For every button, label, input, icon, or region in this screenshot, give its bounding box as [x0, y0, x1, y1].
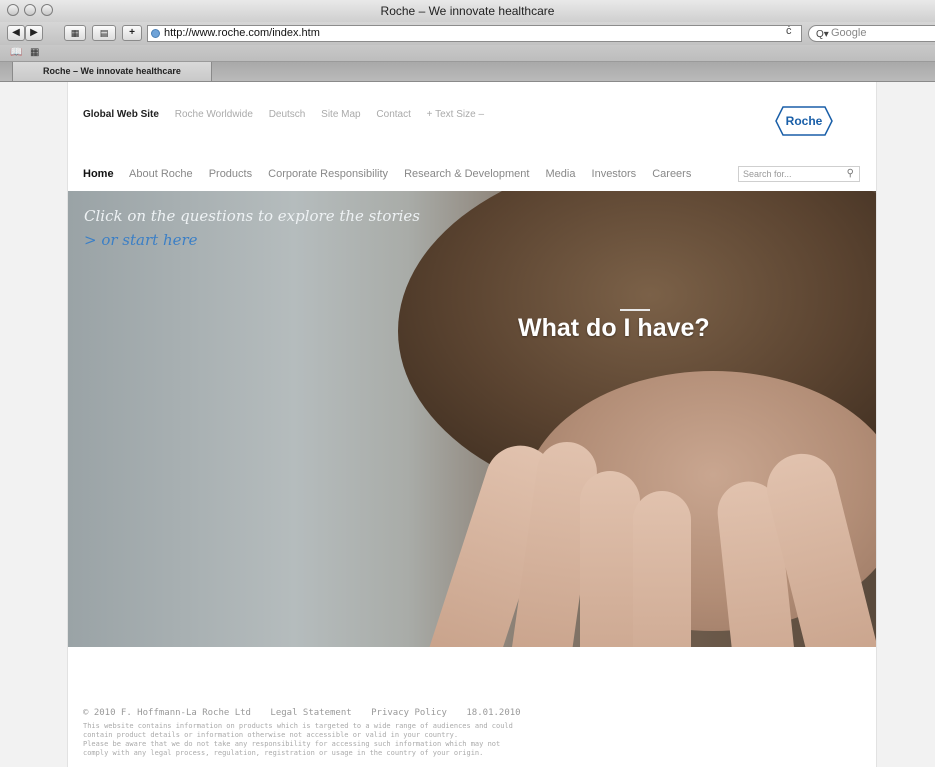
reload-button[interactable]: ċ	[786, 25, 792, 37]
footer-date: 18.01.2010	[466, 708, 521, 718]
tab-bar: Roche – We innovate healthcare	[0, 62, 935, 82]
nav-research-development[interactable]: Research & Development	[404, 168, 529, 180]
search-icon[interactable]: ⚲	[847, 167, 854, 181]
disclaimer-line: contain product details or information o…	[83, 731, 459, 739]
util-contact[interactable]: Contact	[376, 109, 410, 120]
globe-icon	[151, 29, 160, 38]
bookmarks-bar: 📖 ▦	[0, 45, 935, 62]
bookmark-icon: ▤	[99, 28, 109, 38]
util-deutsch[interactable]: Deutsch	[269, 109, 306, 120]
footer-disclaimer: This website contains information on pro…	[83, 722, 535, 758]
browser-viewport: Global Web Site Roche Worldwide Deutsch …	[0, 82, 935, 767]
utility-nav: Global Web Site Roche Worldwide Deutsch …	[83, 109, 497, 120]
search-icon: Q▾	[816, 29, 829, 40]
footer-copyright: © 2010 F. Hoffmann-La Roche Ltd	[83, 708, 251, 718]
grid-icon: ▦	[70, 28, 80, 38]
window-title: Roche – We innovate healthcare	[380, 4, 555, 18]
browser-search-field[interactable]: Q▾ Google	[808, 25, 935, 42]
nav-products[interactable]: Products	[209, 168, 252, 180]
plus-icon: +	[129, 27, 135, 38]
logo-text: Roche	[785, 114, 823, 128]
nav-about-roche[interactable]: About Roche	[129, 168, 193, 180]
forward-icon: ▶	[30, 27, 38, 38]
footer-legal-link[interactable]: Legal Statement	[270, 708, 351, 718]
book-icon[interactable]: 📖	[10, 47, 22, 58]
back-button[interactable]: ◀	[7, 25, 25, 41]
util-site-map[interactable]: Site Map	[321, 109, 360, 120]
start-here-link[interactable]: > or start here	[84, 231, 198, 249]
nav-corporate-responsibility[interactable]: Corporate Responsibility	[268, 168, 388, 180]
hero-kicker-line	[620, 309, 650, 311]
browser-search-placeholder: Google	[831, 27, 867, 39]
util-global-web-site[interactable]: Global Web Site	[83, 109, 159, 120]
hero-tagline: Click on the questions to explore the st…	[84, 207, 420, 225]
footer: © 2010 F. Hoffmann-La Roche Ltd Legal St…	[83, 708, 535, 758]
hero-photo-finger	[580, 471, 640, 647]
nav-careers[interactable]: Careers	[652, 168, 691, 180]
window-titlebar: Roche – We innovate healthcare	[0, 0, 935, 23]
disclaimer-line: comply with any legal process, regulatio…	[83, 749, 484, 757]
disclaimer-line: This website contains information on pro…	[83, 722, 513, 730]
hero-image[interactable]: Click on the questions to explore the st…	[68, 191, 876, 647]
forward-button[interactable]: ▶	[25, 25, 43, 41]
roche-page: Global Web Site Roche Worldwide Deutsch …	[67, 82, 877, 767]
address-bar[interactable]: http://www.roche.com/index.htm	[147, 25, 802, 42]
nav-investors[interactable]: Investors	[592, 168, 637, 180]
util-text-size[interactable]: + Text Size –	[427, 109, 484, 120]
disclaimer-line: Please be aware that we do not take any …	[83, 740, 501, 748]
main-nav: Home About Roche Products Corporate Resp…	[83, 168, 704, 180]
nav-home[interactable]: Home	[83, 168, 114, 180]
address-bar-url: http://www.roche.com/index.htm	[164, 27, 320, 39]
back-icon: ◀	[12, 27, 20, 38]
nav-media[interactable]: Media	[545, 168, 575, 180]
tab-roche[interactable]: Roche – We innovate healthcare	[12, 62, 212, 81]
roche-logo[interactable]: Roche	[775, 106, 833, 136]
hero-photo-finger	[633, 491, 691, 647]
bookmarks-button[interactable]: ▤	[92, 25, 116, 41]
site-search-placeholder: Search for...	[743, 169, 792, 179]
grid-icon[interactable]: ▦	[30, 47, 39, 58]
util-roche-worldwide[interactable]: Roche Worldwide	[175, 109, 253, 120]
browser-toolbar: ◀ ▶ ▦ ▤ + http://www.roche.com/index.htm…	[0, 22, 935, 45]
footer-links: © 2010 F. Hoffmann-La Roche Ltd Legal St…	[83, 708, 535, 718]
top-sites-button[interactable]: ▦	[64, 25, 86, 41]
reload-icon: ċ	[786, 25, 792, 37]
hero-question-link[interactable]: What do I have?	[518, 314, 710, 343]
tab-label: Roche – We innovate healthcare	[43, 66, 181, 76]
add-bookmark-button[interactable]: +	[122, 25, 142, 41]
site-search-input[interactable]: Search for... ⚲	[738, 166, 860, 182]
footer-privacy-link[interactable]: Privacy Policy	[371, 708, 447, 718]
